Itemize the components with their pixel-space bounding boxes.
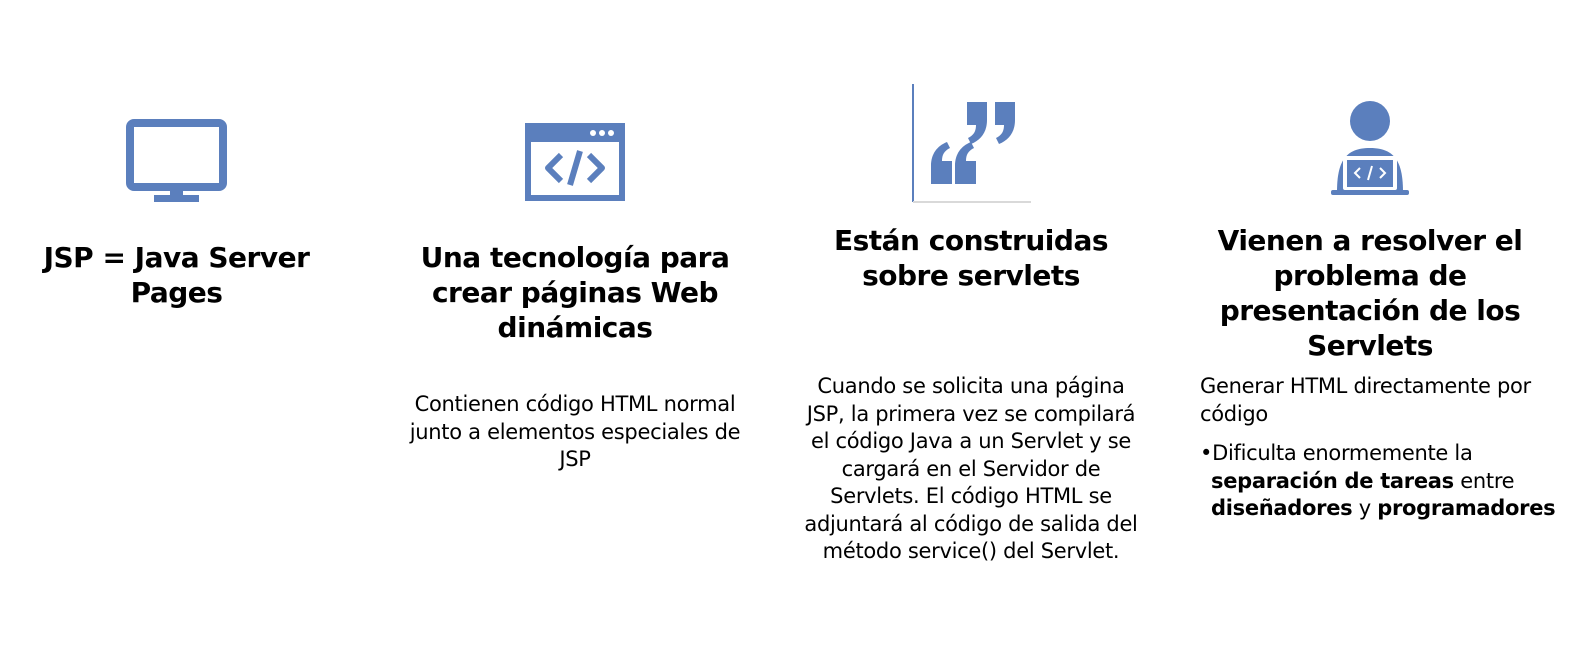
bullet-bold-2: diseñadores (1211, 496, 1353, 520)
quote-icon (912, 84, 1031, 203)
bullet-bold-1: separación de tareas (1211, 468, 1454, 493)
column-4-body: Generar HTML directamente por código (1200, 374, 1531, 426)
bullet-text-2: entre (1453, 468, 1515, 493)
column-1-title: JSP = Java Server Pages (43, 241, 310, 309)
column-3-title: Están construidas sobre servlets (833, 224, 1109, 292)
bullet-text-1: Dificulta enormemente la (1212, 441, 1473, 465)
column-4-bullet: •Dificulta enormemente la separación de … (1200, 440, 1570, 523)
code-window-icon (525, 123, 625, 201)
column-2-body: Contienen código HTML normal junto a ele… (409, 392, 741, 471)
bullet-marker: • (1200, 441, 1213, 465)
column-3-body: Cuando se solicita una página JSP, la pr… (804, 374, 1138, 563)
column-2-title: Una tecnología para crear páginas Web di… (420, 241, 730, 344)
bullet-text-3: y (1352, 496, 1378, 520)
bullet-bold-3: programadores (1377, 496, 1556, 520)
column-4-title: Vienen a resolver el problema de present… (1217, 224, 1523, 362)
programmer-icon (1331, 101, 1409, 195)
monitor-icon (126, 119, 227, 202)
